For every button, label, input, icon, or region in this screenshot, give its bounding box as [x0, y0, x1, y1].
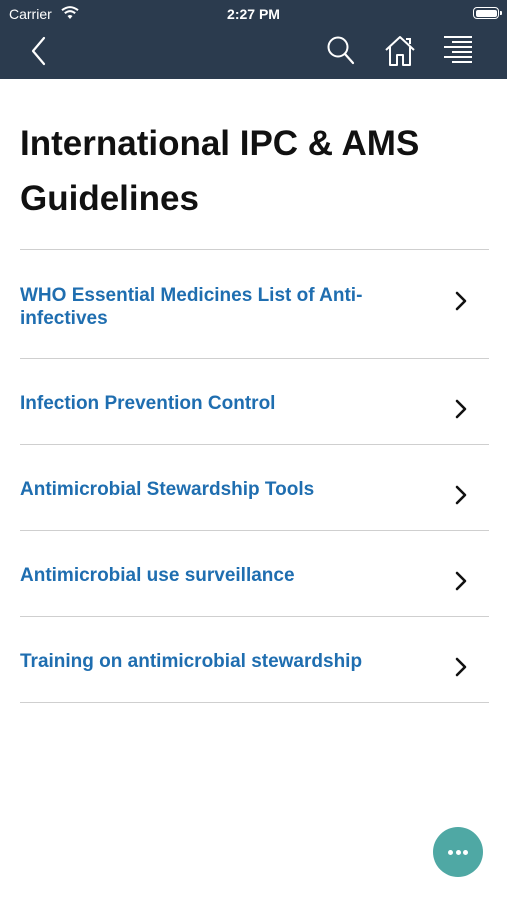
guidelines-list: WHO Essential Medicines List of Anti-inf… [20, 249, 489, 703]
back-button[interactable] [28, 34, 48, 73]
status-bar: Carrier 2:27 PM [0, 0, 507, 28]
list-item[interactable]: WHO Essential Medicines List of Anti-inf… [20, 250, 489, 359]
list-item[interactable]: Antimicrobial use surveillance [20, 531, 489, 617]
search-icon [327, 36, 355, 65]
list-item[interactable]: Antimicrobial Stewardship Tools [20, 445, 489, 531]
list-item-label: WHO Essential Medicines List of Anti-inf… [20, 285, 363, 329]
list-item[interactable]: Infection Prevention Control [20, 359, 489, 445]
list-item-label: Antimicrobial use surveillance [20, 565, 295, 586]
chevron-right-icon [455, 399, 467, 419]
menu-icon [444, 36, 472, 63]
home-icon [385, 36, 415, 66]
chevron-right-icon [455, 571, 467, 591]
chevron-right-icon [455, 657, 467, 677]
list-item-label: Training on antimicrobial stewardship [20, 651, 363, 672]
menu-button[interactable] [443, 34, 473, 71]
battery-icon [473, 7, 502, 19]
chevron-right-icon [455, 485, 467, 505]
top-bar: Carrier 2:27 PM [0, 0, 507, 79]
list-item-label: Antimicrobial Stewardship Tools [20, 479, 315, 500]
more-button[interactable] [433, 827, 483, 877]
status-time: 2:27 PM [227, 6, 280, 22]
chevron-left-icon [31, 36, 46, 66]
list-item[interactable]: Training on antimicrobial stewardship [20, 617, 489, 703]
chevron-right-icon [455, 291, 467, 311]
page-title: International IPC & AMS Guidelines [20, 124, 420, 218]
list-item-label: Infection Prevention Control [20, 393, 276, 414]
home-button[interactable] [384, 34, 416, 73]
search-button[interactable] [326, 34, 356, 71]
